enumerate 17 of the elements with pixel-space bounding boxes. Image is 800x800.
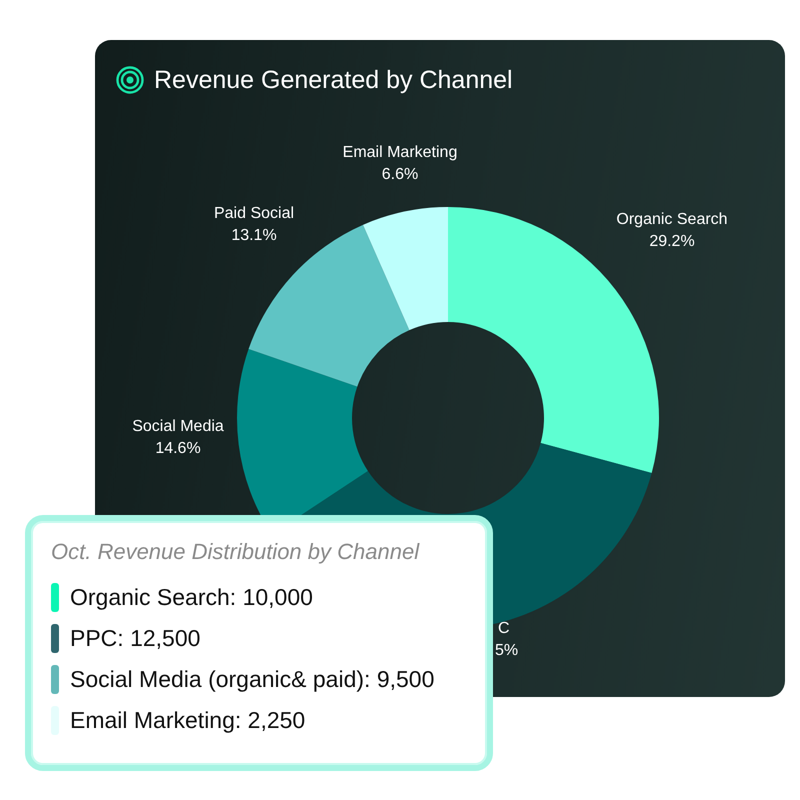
target-icon — [116, 66, 144, 94]
legend-item: PPC: 12,500 — [70, 625, 200, 652]
slice-label: C — [498, 620, 510, 637]
slice-label: Organic Search — [616, 211, 728, 228]
legend-item: Social Media (organic& paid): 9,500 — [70, 666, 434, 693]
slice-percent: 5% — [495, 642, 518, 659]
slice-label: Social Media — [132, 418, 224, 435]
slice-percent: 29.2% — [649, 233, 695, 250]
legend-item: Email Marketing: 2,250 — [70, 707, 306, 734]
slice-percent: 6.6% — [382, 166, 418, 183]
legend-title: Oct. Revenue Distribution by Channel — [51, 539, 421, 565]
slice-percent: 13.1% — [231, 227, 277, 244]
slice-label: Paid Social — [214, 205, 294, 222]
legend-item: Organic Search: 10,000 — [70, 584, 313, 611]
chart-title: Revenue Generated by Channel — [154, 66, 513, 94]
slice-label: Email Marketing — [342, 144, 458, 161]
slice-percent: 14.6% — [155, 440, 201, 457]
